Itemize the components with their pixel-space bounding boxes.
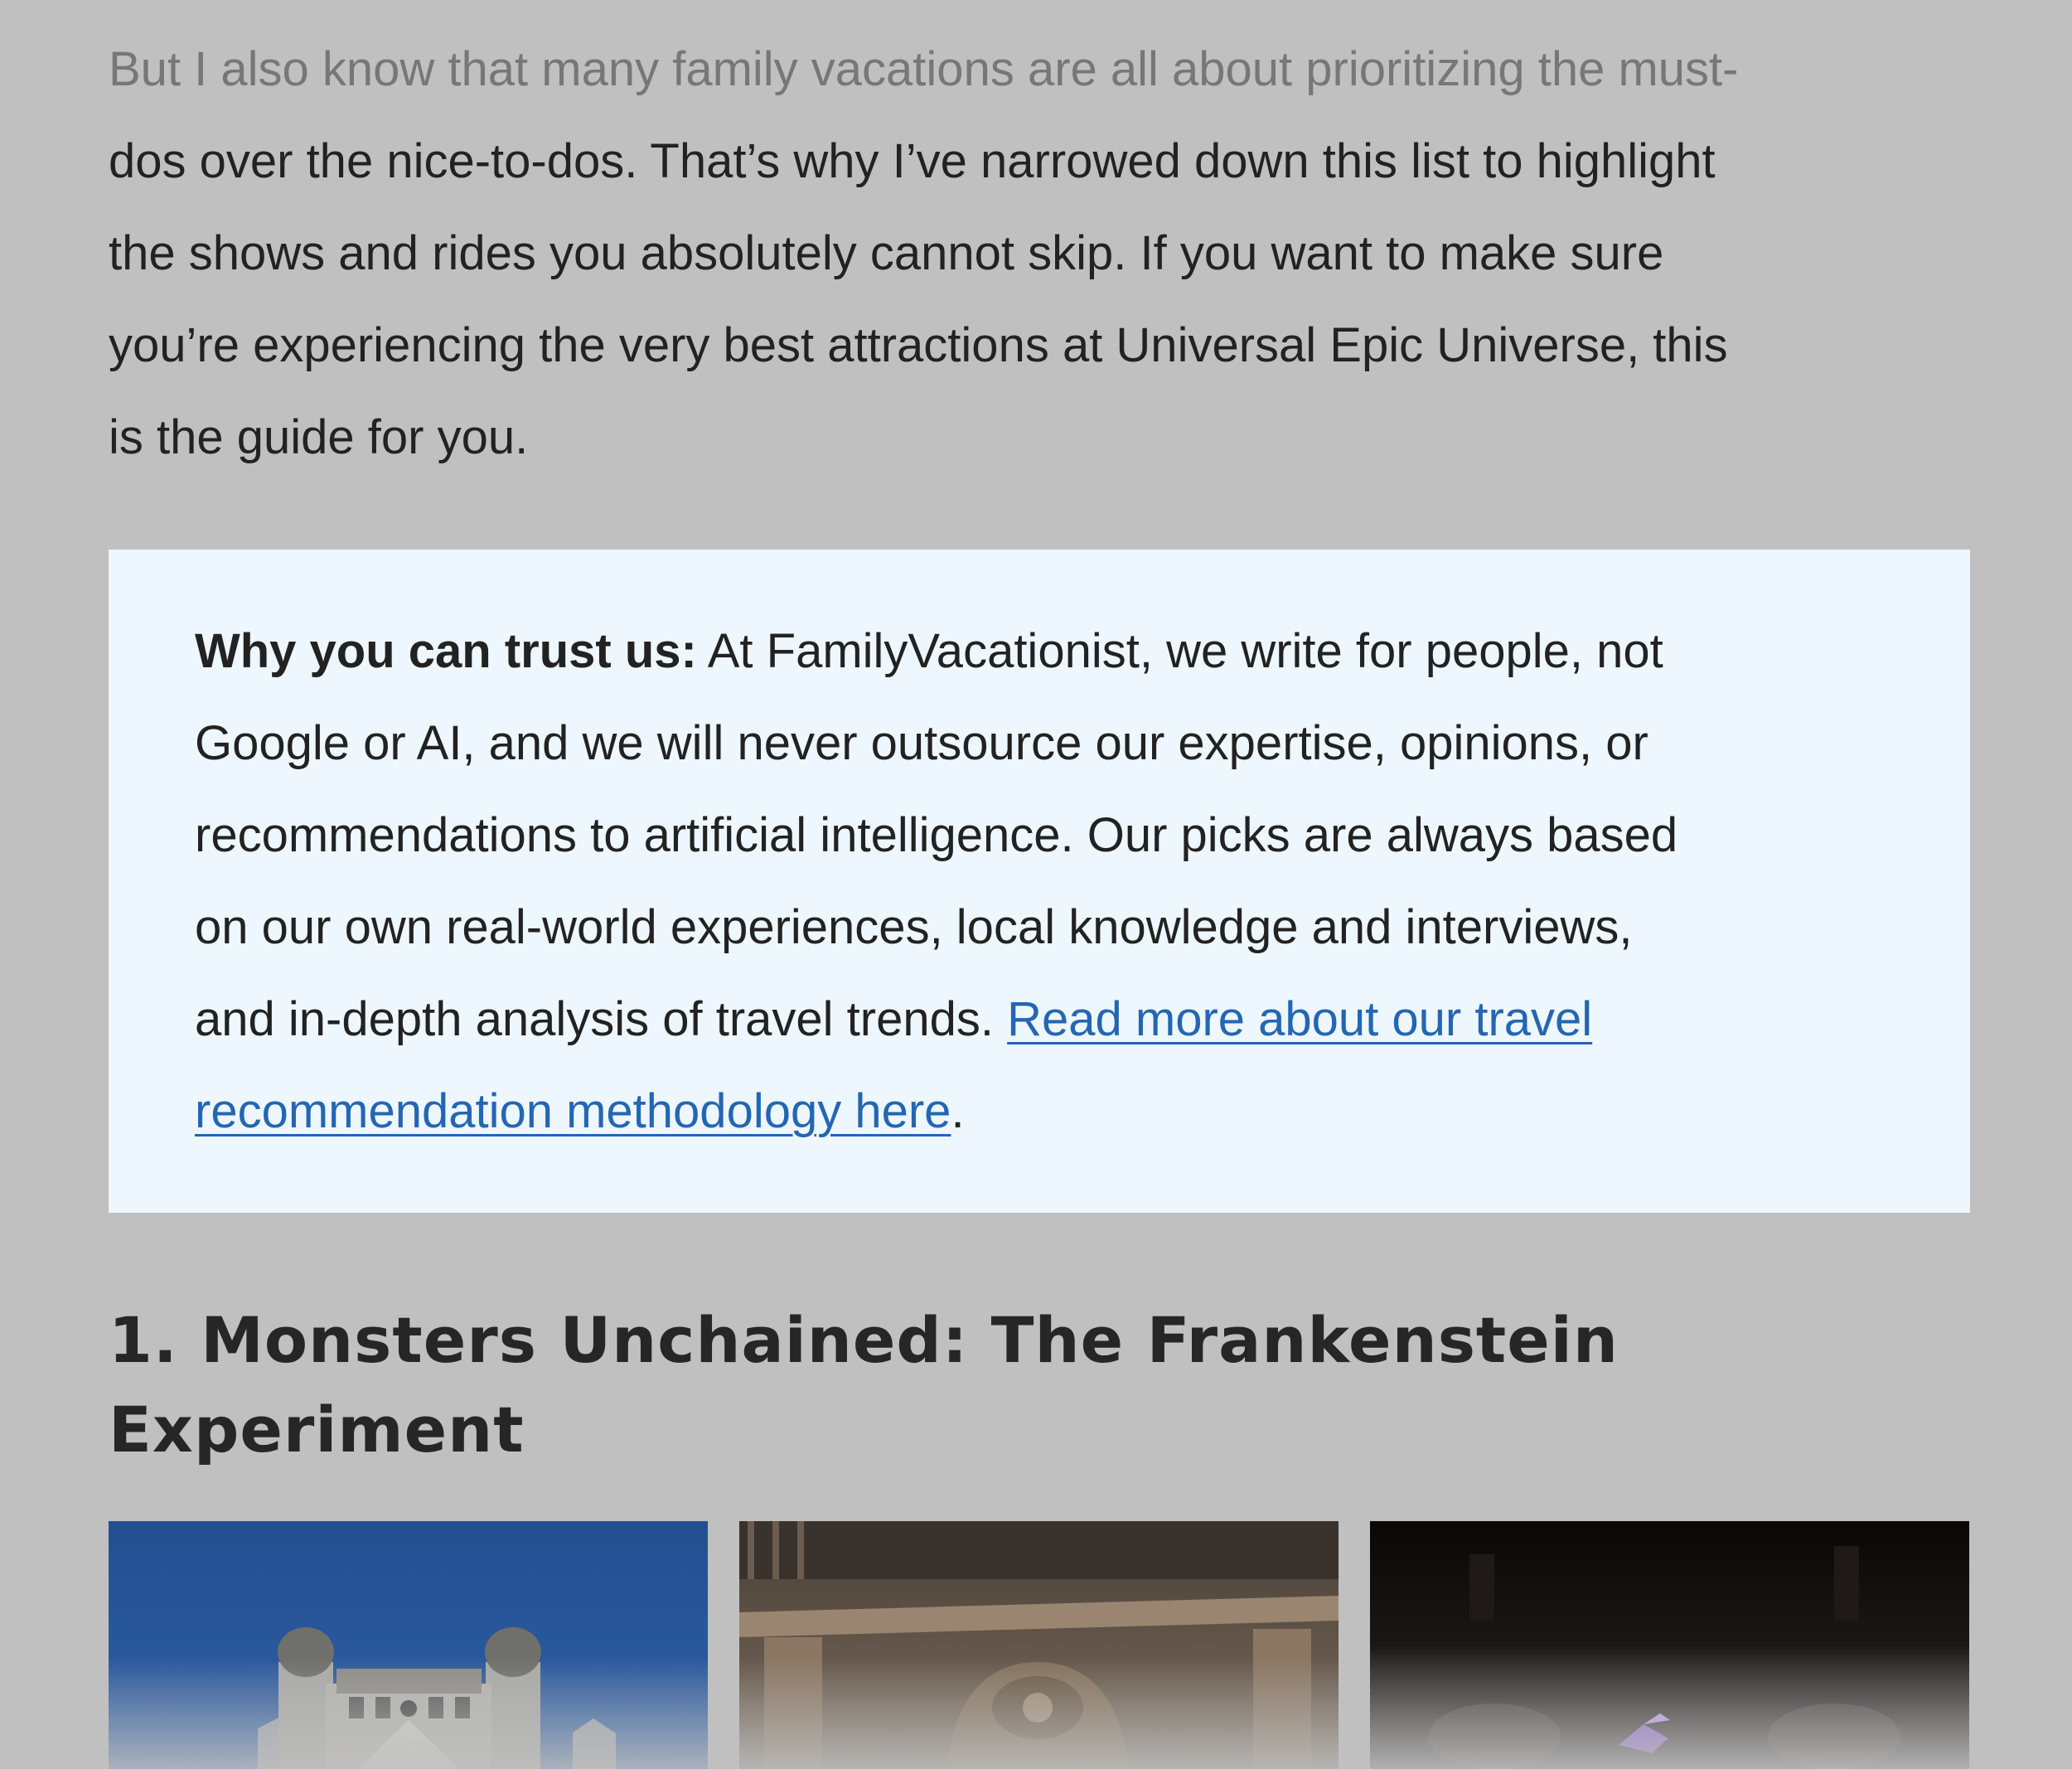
gallery-image-castle[interactable]	[109, 1521, 708, 1769]
section-heading: 1. Monsters Unchained: The Frankenstein …	[109, 1296, 1970, 1475]
intro-line: is the guide for you.	[109, 410, 529, 464]
trust-line-6: recommendation methodology here.	[195, 1065, 1935, 1157]
trust-line-2: Google or AI, and we will never outsourc…	[195, 716, 1648, 770]
trust-line-1: Why you can trust us: At FamilyVacationi…	[195, 605, 1935, 697]
dark-ride-interior-photo	[1370, 1521, 1969, 1769]
trust-trailing-period: .	[951, 1084, 965, 1138]
methodology-link-part-2[interactable]: recommendation methodology here	[195, 1084, 951, 1138]
trust-line-4: on our own real-world experiences, local…	[195, 900, 1633, 954]
trust-callout-text: Why you can trust us: At FamilyVacationi…	[195, 605, 1935, 1157]
gallery-image-facade[interactable]	[739, 1521, 1339, 1769]
trust-line-3: recommendations to artificial intelligen…	[195, 808, 1678, 862]
methodology-link-part-1[interactable]: Read more about our travel	[1007, 992, 1592, 1046]
gallery-image-ride[interactable]	[1370, 1521, 1969, 1769]
trust-line-1-rest: At FamilyVacationist, we write for peopl…	[696, 624, 1663, 678]
trust-label: Why you can trust us:	[195, 624, 697, 678]
section-heading-line-2: Experiment	[109, 1393, 525, 1466]
section-heading-line-1: 1. Monsters Unchained: The Frankenstein	[109, 1303, 1619, 1377]
ornate-stone-facade-photo	[739, 1521, 1339, 1769]
trust-line-5-text: and in-depth analysis of travel trends.	[195, 992, 1008, 1046]
castle-tower-photo	[109, 1521, 708, 1769]
trust-line-5: and in-depth analysis of travel trends. …	[195, 973, 1935, 1065]
intro-line: But I also know that many family vacatio…	[109, 42, 1739, 96]
intro-paragraph: But I also know that many family vacatio…	[109, 23, 1970, 483]
image-gallery	[109, 1521, 1970, 1769]
intro-line: the shows and rides you absolutely canno…	[109, 226, 1664, 280]
intro-line: you’re experiencing the very best attrac…	[109, 318, 1728, 372]
intro-line: dos over the nice-to-dos. That’s why I’v…	[109, 134, 1716, 188]
